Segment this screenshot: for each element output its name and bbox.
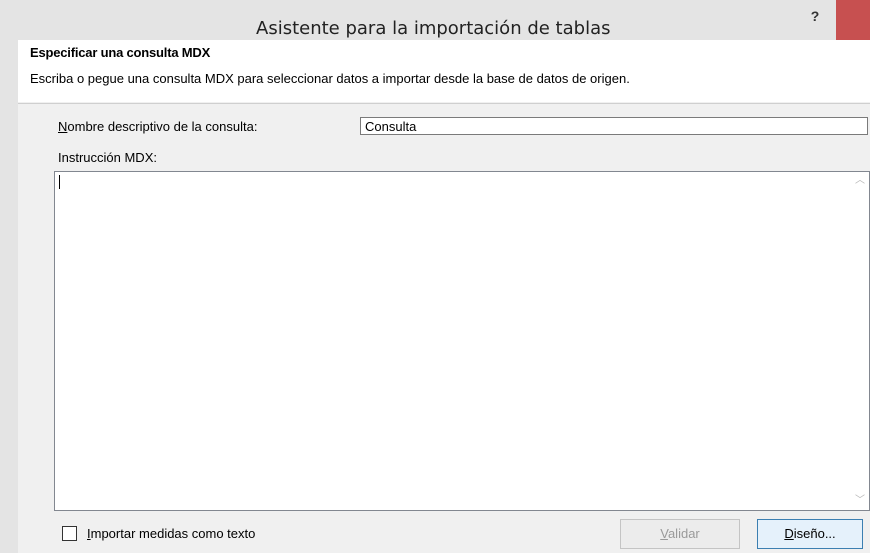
close-button[interactable] xyxy=(836,0,870,40)
text-caret xyxy=(59,175,60,189)
query-name-label-mnemonic: N xyxy=(58,119,68,134)
query-name-label-text: ombre descriptivo de la consulta: xyxy=(67,119,258,134)
validate-label: alidar xyxy=(667,526,700,541)
mdx-statement-textarea[interactable]: ︿ ﹀ xyxy=(54,171,870,511)
mdx-statement-label: Instrucción MDX: xyxy=(58,150,157,165)
scroll-down-icon[interactable]: ﹀ xyxy=(855,496,865,506)
query-name-input[interactable] xyxy=(360,117,868,135)
design-button[interactable]: Diseño... xyxy=(757,519,863,549)
import-measures-checkbox[interactable] xyxy=(62,525,77,541)
import-measures-as-text-option[interactable]: Importar medidas como texto xyxy=(62,524,255,542)
query-name-label: Nombre descriptivo de la consulta: xyxy=(58,119,257,134)
import-measures-label-text: mportar medidas como texto xyxy=(90,525,256,541)
wizard-header: Especificar una consulta MDX Escriba o p… xyxy=(18,40,870,102)
header-title: Especificar una consulta MDX xyxy=(30,45,211,60)
validate-button[interactable]: Validar xyxy=(620,519,740,549)
help-button[interactable]: ? xyxy=(800,8,830,28)
scroll-up-icon[interactable]: ︿ xyxy=(855,176,865,186)
window-left-edge xyxy=(0,40,18,553)
window-title: Asistente para la importación de tablas xyxy=(256,18,611,39)
header-description: Escriba o pegue una consulta MDX para se… xyxy=(30,71,630,86)
design-label: iseño... xyxy=(793,526,836,541)
validate-mnemonic: V xyxy=(660,526,668,541)
header-divider xyxy=(18,103,870,104)
import-measures-label: Importar medidas como texto xyxy=(87,526,255,541)
design-mnemonic: D xyxy=(784,526,794,541)
title-bar: Asistente para la importación de tablas … xyxy=(0,0,870,40)
